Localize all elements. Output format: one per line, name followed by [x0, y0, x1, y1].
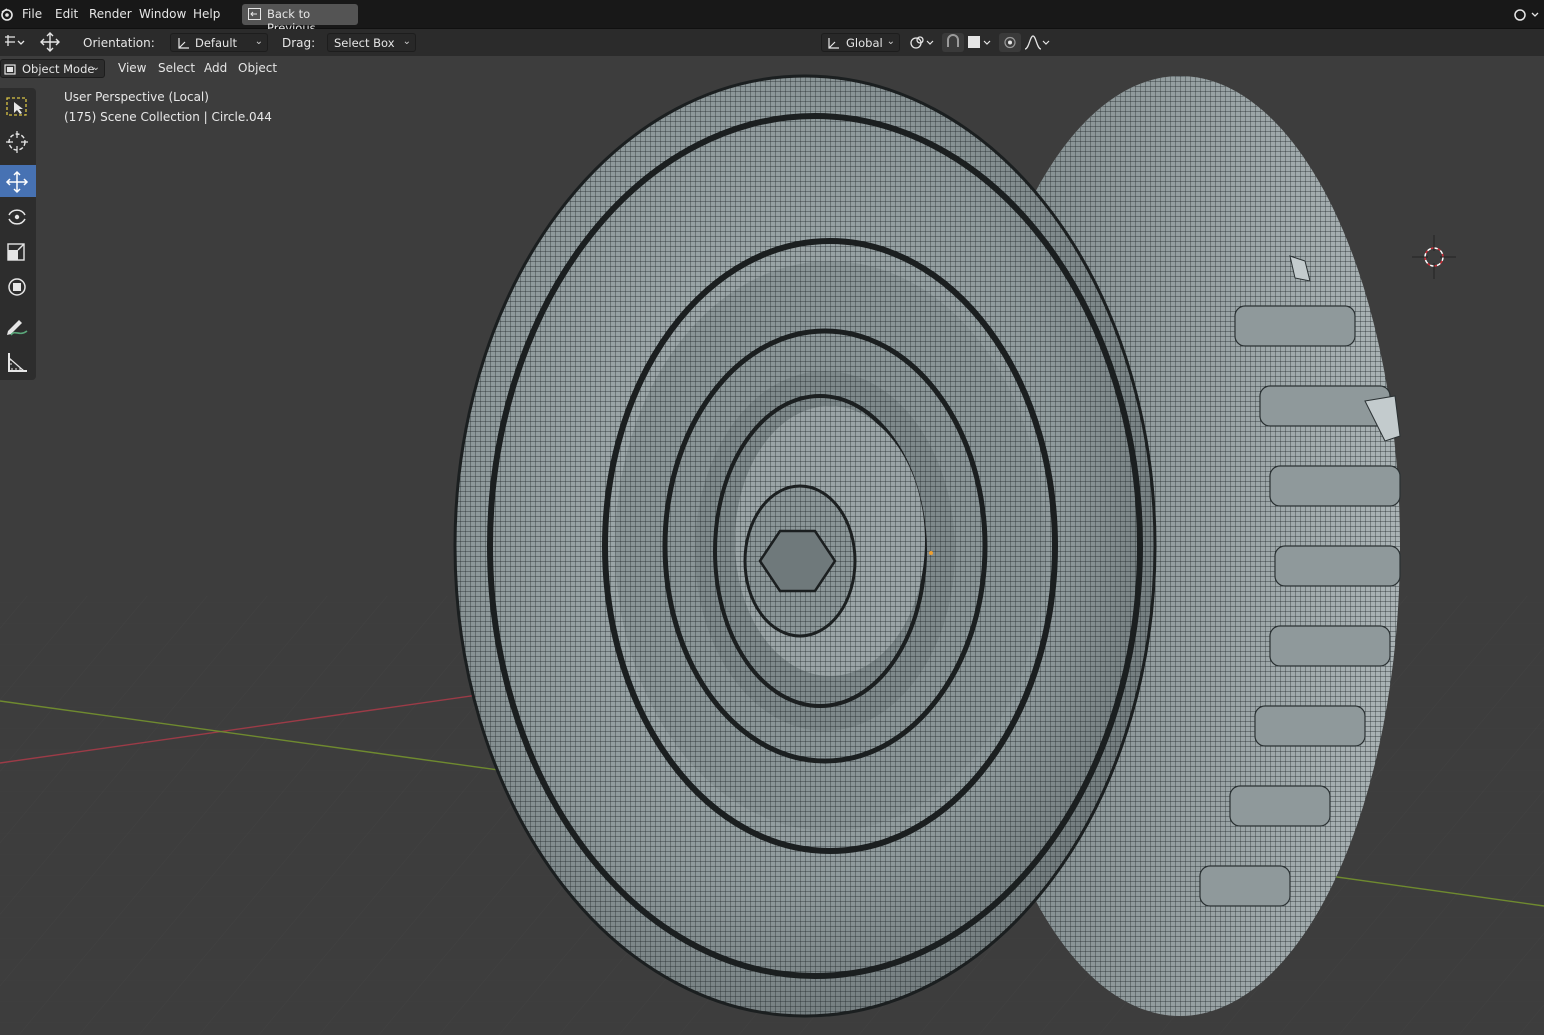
menu-view[interactable]: View [118, 61, 146, 75]
chevron-down-icon: ⌄ [886, 36, 895, 47]
chevron-down-icon: ⌄ [402, 36, 411, 47]
orientation-dropdown[interactable]: Default ⌄ [170, 33, 268, 52]
menu-edit[interactable]: Edit [55, 7, 78, 21]
menu-help[interactable]: Help [193, 7, 220, 21]
transform-orientation-value: Global [846, 36, 883, 50]
back-to-previous-button[interactable]: Back to Previous [242, 4, 358, 35]
mode-dropdown[interactable]: Object Mode ⌄ [0, 59, 105, 78]
global-axes-icon [828, 38, 839, 49]
select-box-icon [6, 97, 27, 116]
orientation-value: Default [195, 36, 238, 50]
select-box-tool[interactable] [0, 90, 36, 122]
snap-target-icon[interactable] [966, 34, 994, 51]
collection-info-text: (175) Scene Collection | Circle.044 [64, 110, 272, 124]
viewport-header: Object Mode ⌄ View Select Add Object [0, 56, 1544, 80]
3d-cursor [1412, 235, 1456, 279]
chevron-down-icon: ⌄ [254, 36, 263, 47]
object-mode-icon [4, 64, 16, 75]
mode-value: Object Mode [22, 62, 95, 76]
transform-affect-icon[interactable] [2, 33, 26, 51]
menu-object[interactable]: Object [238, 61, 277, 75]
tire-face [453, 74, 1157, 1018]
rotate-icon [8, 209, 26, 225]
measure-ruler-icon [8, 353, 27, 372]
menu-render[interactable]: Render [89, 7, 132, 21]
annotate-pencil-icon [7, 320, 28, 336]
transform-tool[interactable] [0, 270, 36, 302]
scale-icon [7, 243, 25, 261]
menu-select[interactable]: Select [158, 61, 195, 75]
drag-value: Select Box [334, 36, 395, 50]
scene-switcher-icon[interactable] [1510, 5, 1540, 24]
snap-icon[interactable] [942, 33, 964, 52]
cursor-icon [6, 131, 28, 153]
rotate-tool[interactable] [0, 200, 36, 232]
drag-dropdown[interactable]: Select Box ⌄ [327, 33, 416, 52]
orientation-axes-icon [178, 38, 189, 49]
move-tool[interactable] [0, 165, 36, 197]
cursor-tool[interactable] [0, 125, 36, 157]
move-tool-icon[interactable] [37, 31, 63, 53]
menu-window[interactable]: Window [139, 7, 186, 21]
measure-tool[interactable] [0, 345, 36, 377]
orientation-label: Orientation: [83, 36, 155, 50]
back-screen-icon [248, 8, 261, 20]
move-icon [5, 170, 29, 194]
scale-tool[interactable] [0, 235, 36, 267]
viewport-scene [0, 74, 1544, 1035]
tool-shelf [0, 88, 36, 380]
tool-settings-header: Orientation: Default ⌄ Drag: Select Box … [0, 29, 1544, 56]
blender-logo-icon[interactable] [0, 7, 14, 21]
menu-file[interactable]: File [22, 7, 42, 21]
view-name-text: User Perspective (Local) [64, 90, 209, 104]
menu-add[interactable]: Add [204, 61, 227, 75]
pivot-point-icon[interactable] [907, 34, 937, 51]
annotate-tool[interactable] [0, 310, 36, 342]
chevron-down-icon: ⌄ [91, 62, 100, 73]
proportional-editing-icon[interactable] [999, 33, 1021, 52]
top-menu-bar: File Edit Render Window Help Back to Pre… [0, 0, 1544, 35]
falloff-icon[interactable] [1023, 34, 1053, 51]
3d-viewport[interactable] [0, 56, 1544, 1035]
transform-icon [8, 278, 26, 296]
drag-label: Drag: [282, 36, 316, 50]
transform-orientation-dropdown[interactable]: Global ⌄ [821, 33, 900, 52]
